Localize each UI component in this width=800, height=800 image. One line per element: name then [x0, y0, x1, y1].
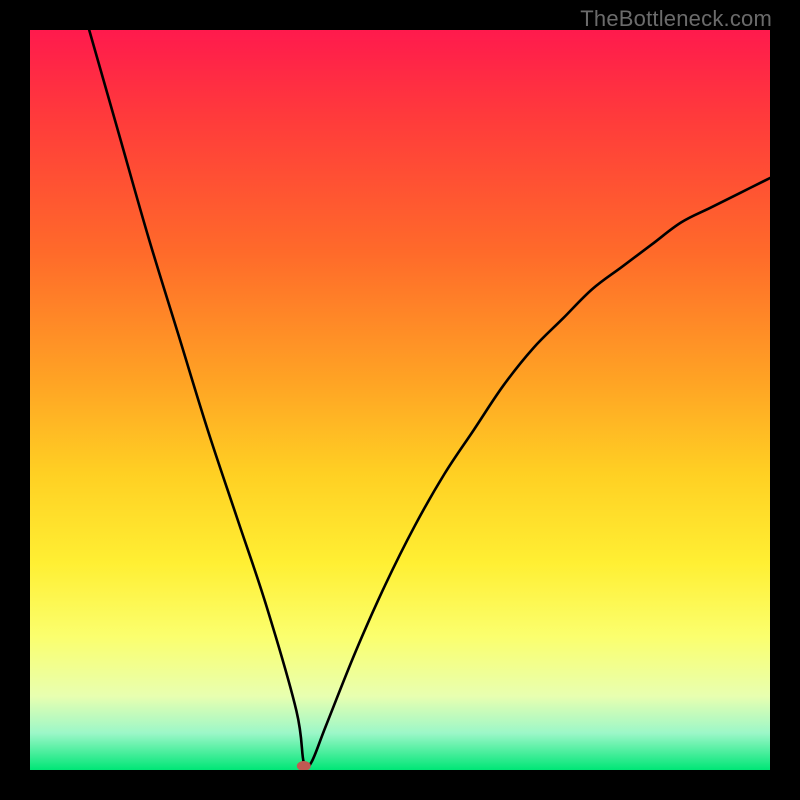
plot-area: [30, 30, 770, 770]
curve-svg: [30, 30, 770, 770]
optimal-point-marker: [297, 761, 311, 770]
chart-frame: TheBottleneck.com: [0, 0, 800, 800]
bottleneck-curve: [89, 30, 770, 769]
watermark-text: TheBottleneck.com: [580, 6, 772, 32]
